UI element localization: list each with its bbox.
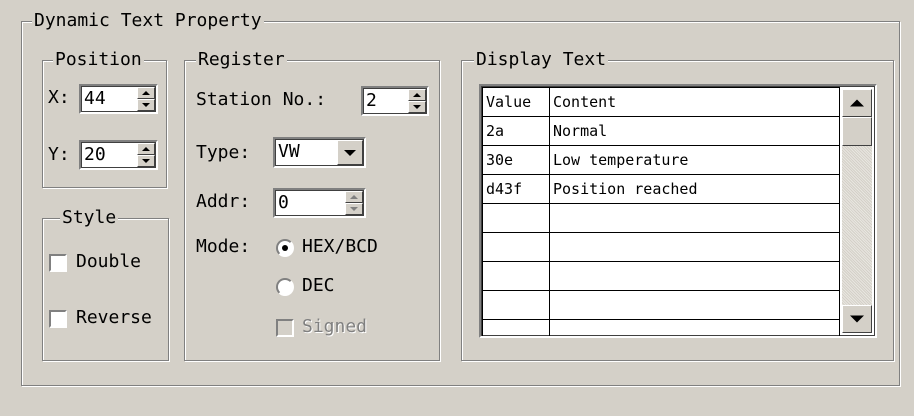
scroll-thumb[interactable]	[842, 117, 872, 146]
x-input[interactable]: 44	[79, 84, 158, 114]
value-cell[interactable]	[482, 232, 550, 262]
content-cell[interactable]: Position reached	[549, 174, 840, 204]
station-label: Station No.:	[196, 89, 327, 110]
addr-spin-up[interactable]	[345, 191, 363, 203]
dialog-title: Dynamic Text Property	[32, 10, 264, 31]
double-label[interactable]: Double	[76, 250, 141, 274]
display-text-legend: Display Text	[474, 49, 609, 70]
signed-label: Signed	[302, 316, 368, 337]
y-value[interactable]: 20	[84, 142, 106, 168]
station-spin-up[interactable]	[408, 89, 426, 101]
register-legend: Register	[196, 49, 287, 70]
spinner-arrows-icon[interactable]	[137, 143, 155, 167]
station-input[interactable]: 2	[361, 86, 429, 116]
content-cell[interactable]	[549, 319, 840, 336]
type-value[interactable]: VW	[278, 139, 300, 165]
chevron-down-icon[interactable]	[337, 140, 363, 165]
mode-hex-radio[interactable]	[276, 239, 294, 257]
value-cell[interactable]	[482, 290, 550, 320]
content-cell[interactable]: Low temperature	[549, 145, 840, 175]
column-header: Content	[549, 87, 840, 117]
style-group	[42, 218, 169, 361]
style-legend: Style	[60, 207, 119, 228]
spinner-arrows-icon[interactable]	[137, 87, 155, 111]
y-spin-up[interactable]	[137, 143, 155, 155]
display-text-grid[interactable]: Value Content 2a Normal 30e Low temperature d4…	[482, 87, 840, 336]
x-value[interactable]: 44	[84, 86, 106, 112]
table-row[interactable]	[482, 203, 840, 233]
table-row[interactable]	[482, 232, 840, 262]
type-label: Type:	[196, 142, 251, 163]
double-checkbox[interactable]	[49, 254, 67, 272]
addr-label: Addr:	[196, 191, 251, 212]
value-cell[interactable]	[482, 261, 550, 291]
addr-input[interactable]: 0	[273, 188, 366, 218]
table-row[interactable]	[482, 290, 840, 320]
y-input[interactable]: 20	[79, 140, 158, 170]
scroll-down-icon[interactable]	[842, 305, 872, 333]
table-row[interactable]: 30e Low temperature	[482, 145, 840, 175]
y-spin-down[interactable]	[137, 155, 155, 167]
display-text-table[interactable]: Value Content 2a Normal 30e Low temperature d4…	[479, 84, 877, 338]
x-spin-down[interactable]	[137, 99, 155, 111]
value-cell[interactable]: 30e	[482, 145, 550, 175]
content-cell[interactable]	[549, 232, 840, 262]
mode-dec-label[interactable]: DEC	[302, 274, 335, 298]
content-cell[interactable]: Normal	[549, 116, 840, 146]
column-header: Value	[482, 87, 550, 117]
spinner-arrows-icon[interactable]	[345, 191, 363, 215]
table-row[interactable]	[482, 319, 840, 336]
table-header-row: Value Content	[482, 87, 840, 117]
scroll-up-icon[interactable]	[842, 89, 872, 117]
x-label: X:	[48, 87, 70, 108]
station-value[interactable]: 2	[366, 88, 377, 114]
y-label: Y:	[48, 144, 70, 165]
addr-value[interactable]: 0	[278, 190, 289, 216]
table-row[interactable]: 2a Normal	[482, 116, 840, 146]
table-row[interactable]	[482, 261, 840, 291]
signed-checkbox	[276, 319, 294, 337]
mode-hex-label[interactable]: HEX/BCD	[302, 235, 378, 259]
content-cell[interactable]	[549, 290, 840, 320]
value-cell[interactable]	[482, 319, 550, 336]
x-spin-up[interactable]	[137, 87, 155, 99]
mode-dec-radio[interactable]	[276, 278, 294, 296]
position-legend: Position	[53, 49, 144, 70]
reverse-label[interactable]: Reverse	[76, 306, 152, 330]
value-cell[interactable]: 2a	[482, 116, 550, 146]
spinner-arrows-icon[interactable]	[408, 89, 426, 113]
reverse-checkbox[interactable]	[49, 310, 67, 328]
addr-spin-down[interactable]	[345, 203, 363, 215]
value-cell[interactable]: d43f	[482, 174, 550, 204]
content-cell[interactable]	[549, 261, 840, 291]
content-cell[interactable]	[549, 203, 840, 233]
value-cell[interactable]	[482, 203, 550, 233]
station-spin-down[interactable]	[408, 101, 426, 113]
table-row[interactable]: d43f Position reached	[482, 174, 840, 204]
type-select[interactable]: VW	[273, 137, 366, 168]
mode-label: Mode:	[196, 236, 251, 257]
vertical-scrollbar[interactable]	[842, 89, 872, 333]
